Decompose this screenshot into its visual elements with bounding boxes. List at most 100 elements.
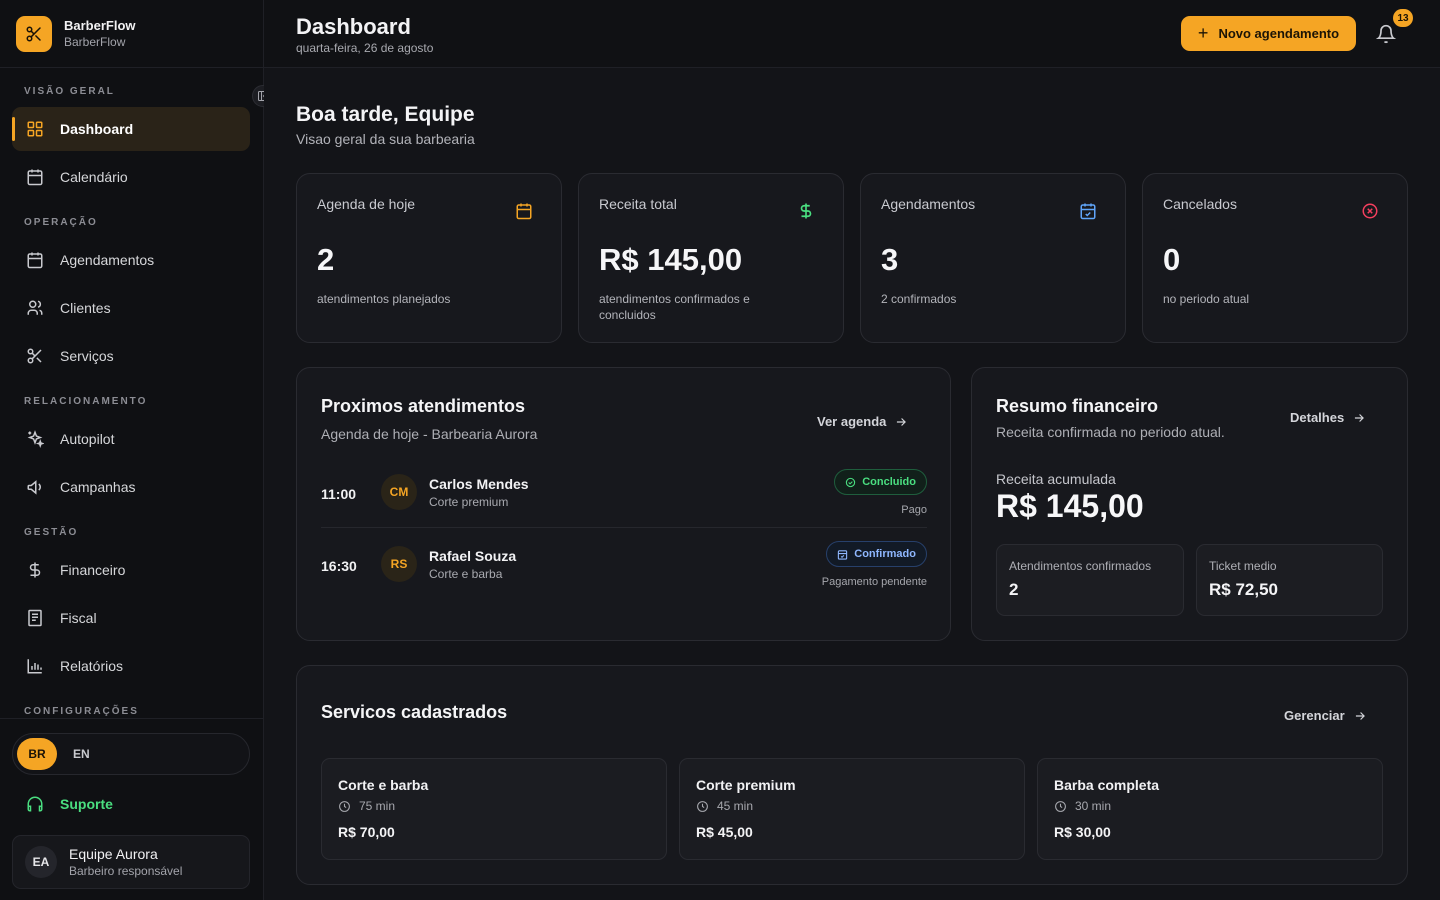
receipt-icon xyxy=(28,609,42,627)
scissors-logo-icon xyxy=(16,15,52,52)
sidebar-item-appointments[interactable]: Agendamentos xyxy=(12,238,250,282)
clock-icon xyxy=(697,800,708,812)
payment-status: Pago xyxy=(901,504,927,516)
stat-card-appointments: Agendamentos 3 2 confirmados xyxy=(860,173,1126,343)
sidebar-item-label: Campanhas xyxy=(60,479,136,495)
section-overview: VISÃO GERAL xyxy=(24,86,115,97)
section-relationship: RELACIONAMENTO xyxy=(24,396,148,407)
details-label: Detalhes xyxy=(1290,410,1345,425)
greeting-subtitle: Visao geral da sua barbearia xyxy=(296,131,475,147)
service-price: R$ 30,00 xyxy=(1054,824,1111,840)
calendar-icon xyxy=(27,252,43,269)
avatar: RS xyxy=(381,546,417,582)
sidebar-item-label: Clientes xyxy=(60,300,111,316)
view-agenda-link[interactable]: Ver agenda xyxy=(817,414,908,429)
service-price: R$ 70,00 xyxy=(338,824,395,840)
section-settings: CONFIGURAÇÕES xyxy=(24,706,139,717)
status-label: Concluido xyxy=(862,476,916,488)
service-price: R$ 45,00 xyxy=(696,824,753,840)
lang-en-option[interactable]: EN xyxy=(73,747,90,761)
grid-icon xyxy=(27,121,43,137)
section-operation: OPERAÇÃO xyxy=(24,217,98,228)
service-duration: 75 min xyxy=(338,799,395,813)
scissors-icon xyxy=(27,348,42,364)
stat-value: R$ 145,00 xyxy=(599,242,743,277)
payment-status: Pagamento pendente xyxy=(821,576,927,588)
duration-label: 75 min xyxy=(359,799,396,813)
page-title: Dashboard xyxy=(296,14,411,39)
notification-badge: 13 xyxy=(1393,9,1413,27)
status-label: Confirmado xyxy=(854,548,916,560)
sidebar-item-financial[interactable]: Financeiro xyxy=(12,548,250,592)
megaphone-icon xyxy=(27,480,41,495)
brand-subtitle: BarberFlow xyxy=(64,35,126,49)
duration-label: 30 min xyxy=(1075,799,1112,813)
stat-card-cancelled: Cancelados 0 no periodo atual xyxy=(1142,173,1408,343)
clock-icon xyxy=(339,800,350,812)
sidebar-item-fiscal[interactable]: Fiscal xyxy=(12,596,250,640)
confirmed-label: Atendimentos confirmados xyxy=(1009,559,1152,573)
calendar-icon xyxy=(27,169,43,186)
details-link[interactable]: Detalhes xyxy=(1290,410,1366,425)
service-card[interactable]: Barba completa 30 min R$ 30,00 xyxy=(1037,758,1383,860)
appointment-row[interactable]: 16:30 RS Rafael Souza Corte e barba Conf… xyxy=(321,536,927,600)
stat-value: 2 xyxy=(317,242,335,277)
accumulated-value: R$ 145,00 xyxy=(996,488,1144,524)
stat-label: Receita total xyxy=(599,196,677,212)
sidebar-item-calendar[interactable]: Calendário xyxy=(12,155,250,199)
page-date: quarta-feira, 26 de agosto xyxy=(296,41,434,55)
service-card[interactable]: Corte premium 45 min R$ 45,00 xyxy=(679,758,1025,860)
sparkles-icon xyxy=(27,430,44,448)
stat-value: 0 xyxy=(1163,242,1181,277)
stat-label: Agenda de hoje xyxy=(317,196,416,212)
accumulated-label: Receita acumulada xyxy=(996,471,1116,487)
dollar-icon xyxy=(29,562,41,578)
view-agenda-label: Ver agenda xyxy=(817,414,887,429)
sidebar-item-autopilot[interactable]: Autopilot xyxy=(12,417,250,461)
sidebar-item-services[interactable]: Serviços xyxy=(12,334,250,378)
stat-card-today: Agenda de hoje 2 atendimentos planejados xyxy=(296,173,562,343)
stat-desc: atendimentos confirmados e concluidos xyxy=(599,292,750,322)
manage-link[interactable]: Gerenciar xyxy=(1284,708,1367,723)
upcoming-appointments-card: Proximos atendimentos Agenda de hoje - B… xyxy=(296,367,951,641)
lang-br-option[interactable]: BR xyxy=(17,738,57,770)
service-name: Corte e barba xyxy=(429,567,503,581)
user-name: Equipe Aurora xyxy=(69,846,158,862)
ticket-label: Ticket medio xyxy=(1209,559,1277,573)
sidebar-item-label: Financeiro xyxy=(60,562,126,578)
manage-label: Gerenciar xyxy=(1284,708,1345,723)
bell-icon[interactable] xyxy=(1376,24,1396,44)
service-card[interactable]: Corte e barba 75 min R$ 70,00 xyxy=(321,758,667,860)
user-profile[interactable]: EA Equipe Aurora Barbeiro responsável xyxy=(12,835,250,889)
support-link[interactable]: Suporte xyxy=(26,795,113,813)
sidebar-item-clients[interactable]: Clientes xyxy=(12,286,250,330)
appointment-row[interactable]: 11:00 CM Carlos Mendes Corte premium Con… xyxy=(321,464,927,528)
avatar: EA xyxy=(25,846,57,878)
stat-desc: no periodo atual xyxy=(1163,292,1250,306)
stat-label: Cancelados xyxy=(1163,196,1237,212)
sidebar-item-reports[interactable]: Relatórios xyxy=(12,644,250,688)
stat-card-revenue: Receita total R$ 145,00 atendimentos con… xyxy=(578,173,844,343)
service-name: Barba completa xyxy=(1054,777,1160,793)
sidebar-item-dashboard[interactable]: Dashboard xyxy=(12,107,250,151)
brand[interactable]: BarberFlow BarberFlow xyxy=(0,0,263,68)
new-appointment-button[interactable]: + Novo agendamento xyxy=(1181,16,1356,51)
financial-title: Resumo financeiro xyxy=(996,396,1159,416)
language-toggle[interactable]: BR EN xyxy=(12,733,250,775)
check-circle-icon xyxy=(846,477,856,487)
appointment-time: 11:00 xyxy=(321,486,357,502)
service-name: Corte premium xyxy=(696,777,796,793)
dollar-icon xyxy=(800,203,812,219)
bar-chart-icon xyxy=(27,659,42,674)
greeting-title: Boa tarde, Equipe xyxy=(296,103,475,126)
financial-subtitle: Receita confirmada no periodo atual. xyxy=(996,424,1225,440)
sidebar-item-campaigns[interactable]: Campanhas xyxy=(12,465,250,509)
clock-icon xyxy=(1055,800,1066,812)
calendar-icon xyxy=(516,203,532,220)
sidebar-item-label: Dashboard xyxy=(60,121,134,137)
x-circle-icon xyxy=(1362,203,1378,219)
status-badge: Concluido xyxy=(834,469,927,495)
sidebar: BarberFlow BarberFlow VISÃO GERAL Dashbo… xyxy=(0,0,274,900)
headphones-icon xyxy=(27,796,43,812)
service-name: Corte e barba xyxy=(338,777,429,793)
